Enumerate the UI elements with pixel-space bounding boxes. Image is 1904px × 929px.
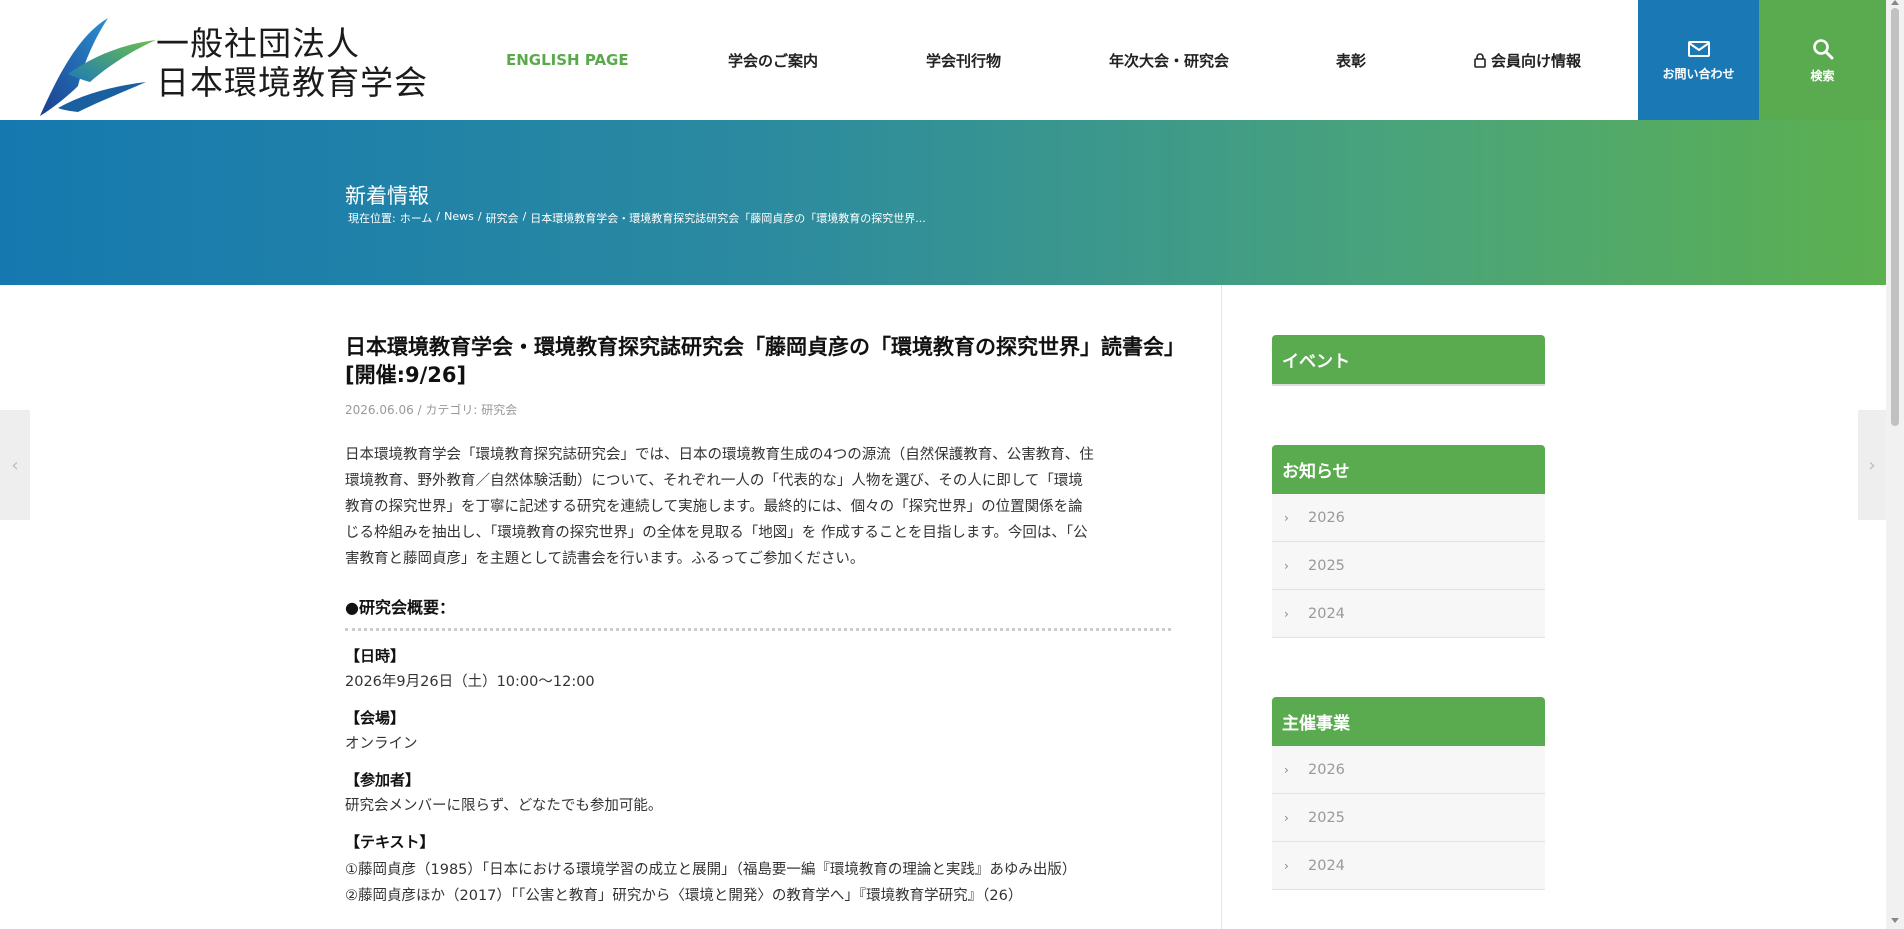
sidebar-event-widget: イベント (1272, 335, 1545, 386)
datetime-value: 2026年9月26日（土）10:00〜12:00 (345, 674, 595, 690)
chevron-right-icon: › (1284, 510, 1289, 525)
archive-year: 2024 (1308, 605, 1345, 622)
sidebar-sponsored-widget: 主催事業 › 2026 › 2025 › 2024 (1272, 697, 1545, 890)
article-body: 日本環境教育学会「環境教育探究誌研究会」では、日本の環境教育生成の4つの源流（自… (345, 442, 1175, 572)
contact-button[interactable]: お問い合わせ (1638, 0, 1759, 120)
scroll-down-arrow-icon[interactable] (1891, 918, 1899, 923)
breadcrumb-prefix: 現在位置: (348, 212, 396, 225)
archive-year: 2024 (1308, 857, 1345, 874)
nav-english-page[interactable]: ENGLISH PAGE (506, 51, 629, 69)
body-line: 教育の探究世界」を丁寧に記述する研究を連続して実施します。最終的には、個々の「探… (345, 499, 1083, 515)
nav-label: 年次大会・研究会 (1109, 51, 1230, 70)
archive-item[interactable]: › 2024 (1272, 590, 1545, 638)
logo-line2: 日本環境教育学会 (156, 63, 428, 102)
body-line: 日本環境教育学会「環境教育探究誌研究会」では、日本の環境教育生成の4つの源流（自… (345, 447, 1094, 463)
article: 日本環境教育学会・環境教育探究誌研究会「藤岡貞彦の「環境教育の探究世界」読書会」… (345, 333, 1175, 909)
nav-awards[interactable]: 表彰 (1336, 50, 1366, 71)
widget-list: › 2026 › 2025 › 2024 (1272, 494, 1545, 638)
widget-title: 主催事業 (1272, 697, 1545, 746)
chevron-right-icon: › (1284, 558, 1289, 573)
search-button[interactable]: 検索 (1759, 0, 1886, 120)
article-meta: 2026.06.06 / カテゴリ: 研究会 (345, 401, 1175, 418)
breadcrumb: 現在位置: ホーム / News / 研究会 / 日本環境教育学会・環境教育探究… (348, 210, 926, 226)
chevron-right-icon: › (1868, 454, 1876, 476)
widget-title: お知らせ (1272, 445, 1545, 494)
breadcrumb-home[interactable]: ホーム (400, 210, 433, 226)
archive-item[interactable]: › 2026 (1272, 746, 1545, 794)
body-line: 環境教育、野外教育／自然体験活動）について、それぞれ一人の「代表的な」人物を選び… (345, 473, 1083, 489)
article-category[interactable]: カテゴリ: 研究会 (425, 403, 517, 417)
contact-label: お問い合わせ (1662, 66, 1735, 81)
participants-value: 研究会メンバーに限らず、どなたでも参加可能。 (345, 798, 663, 814)
nav-label: ENGLISH PAGE (506, 51, 629, 69)
text-item: ①藤岡貞彦（1985）「日本における環境学習の成立と展開」（福島要一編『環境教育… (345, 862, 1077, 878)
body-line: じる枠組みを抽出し、「環境教育の探究世界」の全体を見取る「地図」を 作成すること… (345, 525, 1088, 541)
search-icon (1812, 38, 1833, 59)
mail-icon (1687, 40, 1710, 57)
logo-mark-icon (40, 18, 156, 116)
breadcrumb-separator: / (436, 210, 441, 223)
archive-year: 2025 (1308, 809, 1345, 826)
scroll-up-arrow-icon[interactable] (1891, 0, 1899, 5)
text-label: 【テキスト】 (345, 833, 435, 851)
overview-heading: ●研究会概要： (345, 594, 1171, 631)
article-title: 日本環境教育学会・環境教育探究誌研究会「藤岡貞彦の「環境教育の探究世界」読書会」… (345, 335, 1175, 387)
chevron-right-icon: › (1284, 810, 1289, 825)
archive-item[interactable]: › 2025 (1272, 794, 1545, 842)
chevron-right-icon: › (1284, 606, 1289, 621)
article-date: 2026.06.06 (345, 403, 414, 417)
prev-post-arrow[interactable]: ‹ (0, 410, 30, 520)
nav-label: 学会のご案内 (728, 51, 819, 70)
nav-members[interactable]: 会員向け情報 (1474, 50, 1581, 71)
widget-title: イベント (1272, 335, 1545, 384)
content-divider (1221, 285, 1222, 929)
venue-value: オンライン (345, 736, 418, 752)
logo-text: 一般社団法人 日本環境教育学会 (156, 24, 428, 102)
widget-divider (1272, 384, 1545, 386)
sidebar-news-widget: お知らせ › 2026 › 2025 › 2024 (1272, 445, 1545, 638)
body-line: 害教育と藤岡貞彦」を主題として読書会を行います。ふるってご参加ください。 (345, 551, 865, 567)
chevron-right-icon: › (1284, 762, 1289, 777)
nav-publications[interactable]: 学会刊行物 (926, 50, 1001, 71)
nav-about[interactable]: 学会のご案内 (728, 50, 818, 71)
lock-icon (1474, 52, 1486, 68)
page-hero: 新着情報 現在位置: ホーム / News / 研究会 / 日本環境教育学会・環… (0, 120, 1886, 285)
breadcrumb-news[interactable]: News (444, 210, 474, 226)
breadcrumb-separator: / (522, 210, 527, 223)
archive-year: 2026 (1308, 509, 1345, 526)
participants-label: 【参加者】 (345, 771, 421, 789)
text-item: ②藤岡貞彦ほか（2017）「「公害と教育」研究から〈環境と開発〉の教育学へ」『環… (345, 888, 1023, 904)
nav-label: 会員向け情報 (1491, 51, 1582, 70)
archive-item[interactable]: › 2025 (1272, 542, 1545, 590)
nav-conferences[interactable]: 年次大会・研究会 (1109, 50, 1229, 71)
site-logo[interactable]: 一般社団法人 日本環境教育学会 (38, 16, 427, 118)
page-scrollbar[interactable] (1886, 0, 1904, 929)
page-title: 新着情報 (345, 184, 429, 208)
next-post-arrow[interactable]: › (1858, 410, 1886, 520)
breadcrumb-category[interactable]: 研究会 (486, 210, 519, 226)
archive-item[interactable]: › 2024 (1272, 842, 1545, 890)
chevron-left-icon: ‹ (11, 454, 19, 476)
site-header: 一般社団法人 日本環境教育学会 ENGLISH PAGE 学会のご案内 学会刊行… (0, 0, 1886, 120)
chevron-right-icon: › (1284, 858, 1289, 873)
datetime-label: 【日時】 (345, 647, 406, 665)
search-label: 検索 (1810, 68, 1835, 83)
logo-line1: 一般社団法人 (156, 24, 360, 63)
widget-list: › 2026 › 2025 › 2024 (1272, 746, 1545, 890)
venue-label: 【会場】 (345, 709, 406, 727)
archive-year: 2026 (1308, 761, 1345, 778)
archive-item[interactable]: › 2026 (1272, 494, 1545, 542)
nav-label: 表彰 (1336, 51, 1367, 70)
nav-label: 学会刊行物 (926, 51, 1002, 70)
scrollbar-thumb[interactable] (1891, 8, 1899, 426)
breadcrumb-current: 日本環境教育学会・環境教育探究誌研究会「藤岡貞彦の「環境教育の探究世界... (530, 212, 926, 225)
breadcrumb-separator: / (477, 210, 482, 223)
archive-year: 2025 (1308, 557, 1345, 574)
